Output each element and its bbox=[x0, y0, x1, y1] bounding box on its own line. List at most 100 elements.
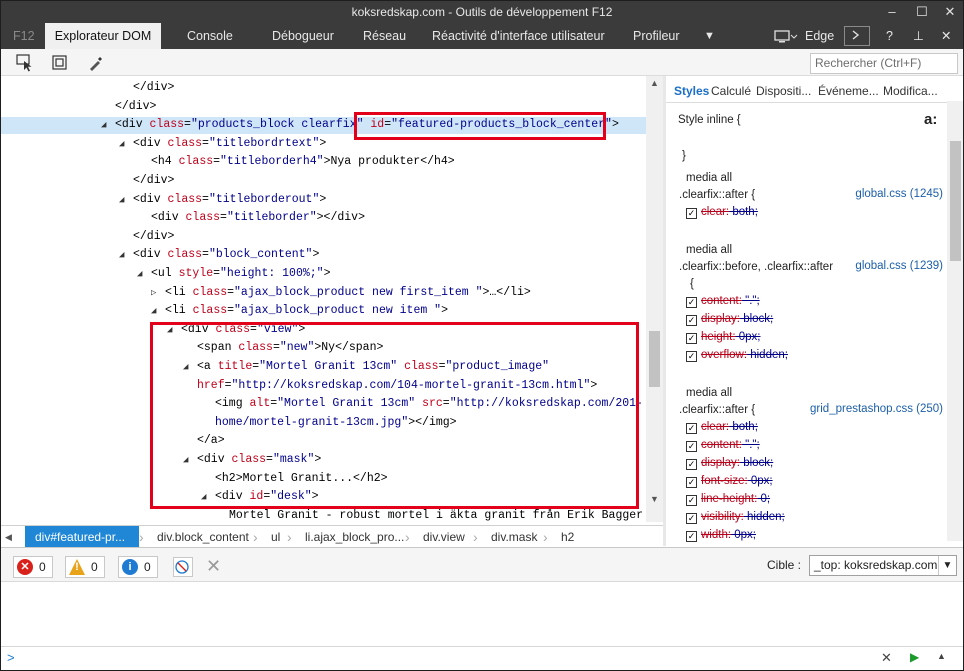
property-value[interactable]: both; bbox=[729, 206, 758, 218]
property-checkbox[interactable]: ✓ bbox=[686, 531, 697, 542]
property-checkbox[interactable]: ✓ bbox=[686, 495, 697, 506]
dom-node-line[interactable]: <div class="mask"> bbox=[197, 451, 321, 469]
dom-node-line[interactable]: <a title="Mortel Granit 13cm" class="pro… bbox=[197, 358, 549, 376]
property-checkbox[interactable]: ✓ bbox=[686, 297, 697, 308]
tab-profiler[interactable]: Profileur bbox=[633, 23, 680, 49]
collapse-arrow-icon[interactable]: ◢ bbox=[167, 321, 177, 339]
scroll-up-icon[interactable]: ▲ bbox=[650, 78, 659, 88]
property-name[interactable]: display: bbox=[701, 457, 740, 469]
property-value[interactable]: hidden; bbox=[747, 349, 788, 361]
rule-source-link[interactable]: global.css (1239) bbox=[855, 260, 943, 272]
dom-node-line[interactable]: Mortel Granit - robust mortel i äkta gra… bbox=[229, 507, 643, 522]
breadcrumb-item[interactable]: ul bbox=[265, 526, 280, 547]
new-rule-icon[interactable]: a: bbox=[924, 111, 937, 129]
property-name[interactable]: line-height: bbox=[701, 493, 757, 505]
property-name[interactable]: display: bbox=[701, 313, 740, 325]
dom-node-line[interactable]: </a> bbox=[197, 432, 225, 450]
property-name[interactable]: content: bbox=[701, 295, 742, 307]
breadcrumb-item[interactable]: div.mask bbox=[485, 526, 537, 547]
dom-node-line[interactable]: <h2>Mortel Granit...</h2> bbox=[215, 470, 388, 488]
dom-node-line[interactable]: </div> bbox=[133, 79, 174, 97]
property-checkbox[interactable]: ✓ bbox=[686, 315, 697, 326]
property-checkbox[interactable]: ✓ bbox=[686, 333, 697, 344]
breadcrumb-item[interactable]: div.block_content bbox=[151, 526, 249, 547]
select-element-icon[interactable] bbox=[15, 53, 35, 73]
rule-source-link[interactable]: global.css (1245) bbox=[855, 188, 943, 200]
emulation-mode[interactable]: Edge bbox=[805, 23, 834, 49]
rule-source-link[interactable]: grid_prestashop.css (250) bbox=[810, 403, 943, 415]
dom-node-line[interactable]: <h4 class="titleborderh4">Nya produkter<… bbox=[151, 153, 455, 171]
property-checkbox[interactable]: ✓ bbox=[686, 208, 697, 219]
collapse-arrow-icon[interactable]: ◢ bbox=[151, 302, 161, 320]
tab-debugger[interactable]: Débogueur bbox=[272, 23, 334, 49]
property-value[interactable]: hidden; bbox=[744, 511, 785, 523]
collapse-arrow-icon[interactable]: ◢ bbox=[119, 191, 129, 209]
minimize-button[interactable]: – bbox=[879, 2, 905, 22]
property-name[interactable]: font-size: bbox=[701, 475, 748, 487]
dom-node-line[interactable]: <div class="titleborder"></div> bbox=[151, 209, 365, 227]
dom-tree[interactable]: </div> </div> ◢ <div class="products_block … bbox=[1, 76, 663, 522]
property-name[interactable]: height: bbox=[701, 331, 736, 343]
dom-node-line[interactable]: </div> bbox=[133, 172, 174, 190]
clear-console-icon[interactable]: ✕ bbox=[206, 556, 221, 577]
dom-node-line[interactable]: <div class="titleborderout"> bbox=[133, 191, 326, 209]
tab-network[interactable]: Réseau bbox=[363, 23, 406, 49]
property-checkbox[interactable]: ✓ bbox=[686, 513, 697, 524]
clear-on-navigate-icon[interactable] bbox=[173, 557, 193, 577]
collapse-arrow-icon[interactable]: ◢ bbox=[183, 358, 193, 376]
console-input[interactable]: > ✕ ▶ ▲ bbox=[1, 646, 963, 670]
property-name[interactable]: width: bbox=[701, 529, 731, 541]
property-value[interactable]: "."; bbox=[742, 295, 760, 307]
more-tabs-icon[interactable]: ▼ bbox=[704, 23, 715, 49]
console-toggle-icon[interactable] bbox=[844, 26, 870, 46]
info-count-button[interactable]: i 0 bbox=[118, 556, 158, 578]
clear-input-icon[interactable]: ✕ bbox=[881, 650, 892, 666]
dom-node-line[interactable]: <ul style="height: 100%;"> bbox=[151, 265, 330, 283]
property-value[interactable]: "."; bbox=[742, 439, 760, 451]
highlight-elements-icon[interactable] bbox=[50, 53, 70, 73]
dom-node-line[interactable]: </div> bbox=[115, 98, 156, 116]
property-name[interactable]: content: bbox=[701, 439, 742, 451]
collapse-arrow-icon[interactable]: ◢ bbox=[101, 116, 111, 134]
collapse-arrow-icon[interactable]: ◢ bbox=[201, 488, 211, 506]
dom-node-line[interactable]: <div class="view"> bbox=[181, 321, 305, 339]
tab-computed[interactable]: Calculé bbox=[711, 84, 751, 98]
breadcrumb-item[interactable]: div#featured-pr... bbox=[25, 526, 140, 547]
dom-node-line[interactable]: <li class="ajax_block_product new first_… bbox=[165, 284, 531, 302]
dom-node-line[interactable]: <li class="ajax_block_product new item "… bbox=[165, 302, 448, 320]
property-checkbox[interactable]: ✓ bbox=[686, 351, 697, 362]
expand-input-icon[interactable]: ▲ bbox=[937, 651, 946, 661]
collapse-arrow-icon[interactable]: ◢ bbox=[119, 246, 129, 264]
tab-changes[interactable]: Modifica... bbox=[883, 84, 938, 98]
dom-node-line[interactable]: <img alt="Mortel Granit 13cm" src="http:… bbox=[215, 395, 643, 413]
run-icon[interactable]: ▶ bbox=[910, 650, 919, 664]
dom-node-line[interactable]: <div id="desk"> bbox=[215, 488, 319, 506]
dom-node-line[interactable]: <div class="products_block clearfix" id=… bbox=[115, 116, 619, 134]
property-value[interactable]: 0; bbox=[757, 493, 770, 505]
dom-node-line[interactable]: </div> bbox=[133, 228, 174, 246]
property-value[interactable]: block; bbox=[740, 313, 773, 325]
dom-scrollbar[interactable]: ▲ ▼ bbox=[646, 76, 663, 522]
maximize-button[interactable]: ☐ bbox=[909, 2, 935, 22]
collapse-arrow-icon[interactable]: ◢ bbox=[183, 451, 193, 469]
styles-scroll-thumb[interactable] bbox=[950, 141, 961, 261]
search-input[interactable]: Rechercher (Ctrl+F) bbox=[810, 53, 958, 74]
breadcrumb-item[interactable]: h2 bbox=[555, 526, 574, 547]
expand-arrow-icon[interactable]: ▷ bbox=[151, 284, 161, 302]
dom-node-line[interactable]: <div class="block_content"> bbox=[133, 246, 319, 264]
close-tools-icon[interactable]: ✕ bbox=[941, 23, 951, 49]
dom-node-line[interactable]: href="http://koksredskap.com/104-mortel-… bbox=[197, 377, 597, 395]
collapse-arrow-icon[interactable]: ◢ bbox=[137, 265, 147, 283]
property-value[interactable]: 0px; bbox=[748, 475, 773, 487]
emulation-icon[interactable] bbox=[773, 23, 799, 49]
tab-ui-responsiveness[interactable]: Réactivité d'interface utilisateur bbox=[432, 23, 605, 49]
tab-dom-explorer[interactable]: Explorateur DOM bbox=[45, 23, 161, 49]
property-checkbox[interactable]: ✓ bbox=[686, 423, 697, 434]
target-select[interactable]: _top: koksredskap.com ▼ bbox=[809, 555, 957, 576]
tab-styles[interactable]: Styles bbox=[674, 84, 709, 98]
warning-count-button[interactable]: ! 0 bbox=[65, 556, 105, 578]
collapse-arrow-icon[interactable]: ◢ bbox=[119, 135, 129, 153]
breadcrumb-left-icon[interactable]: ◀ bbox=[5, 526, 12, 547]
property-name[interactable]: clear: bbox=[701, 206, 729, 218]
property-checkbox[interactable]: ✓ bbox=[686, 477, 697, 488]
